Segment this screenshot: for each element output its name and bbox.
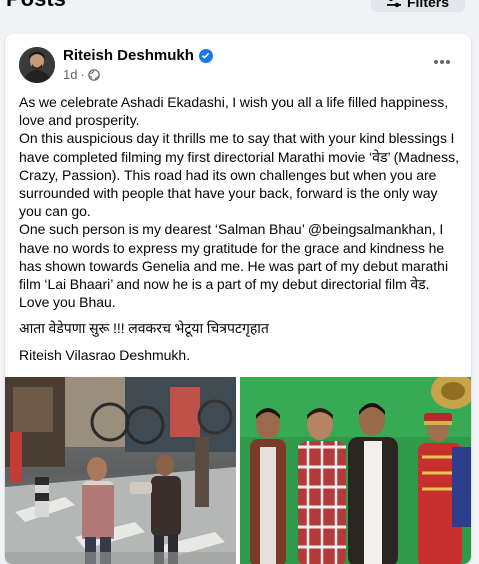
verified-badge-icon [198,48,213,63]
author-name[interactable]: Riteish Deshmukh [63,47,194,64]
more-options-icon[interactable] [427,52,457,72]
photo-grid [5,377,471,564]
filters-label: Filters [406,0,449,10]
post-paragraph-4: आता वेडेपणा सुरू !!! लवकरच भेटूया चित्रप… [19,320,269,337]
post-timestamp[interactable]: 1d [63,67,77,82]
post-body: As we celebrate Ashadi Ekadashi, I wish … [19,93,463,364]
avatar[interactable] [19,47,55,83]
posts-heading: Posts [6,0,66,12]
page-header: Posts Filters [0,0,479,26]
post-signature: Riteish Vilasrao Deshmukh. [19,346,191,363]
filters-button[interactable]: Filters [371,0,465,12]
author-line: Riteish Deshmukh [63,47,213,64]
post-meta: 1d · [63,67,100,82]
globe-icon [88,68,100,81]
profile-photo-icon [19,47,55,83]
post-paragraph-1: As we celebrate Ashadi Ekadashi, I wish … [19,94,449,129]
band-group-photo[interactable] [240,377,471,564]
street-scene-photo[interactable] [5,377,236,564]
post-paragraph-2: On this auspicious day it thrills me to … [19,130,459,220]
post-card: Riteish Deshmukh 1d · As we celebrate As… [5,34,471,564]
separator-dot: · [80,67,85,82]
filters-icon [386,0,401,8]
post-paragraph-3: One such person is my dearest ‘Salman Bh… [19,221,449,311]
